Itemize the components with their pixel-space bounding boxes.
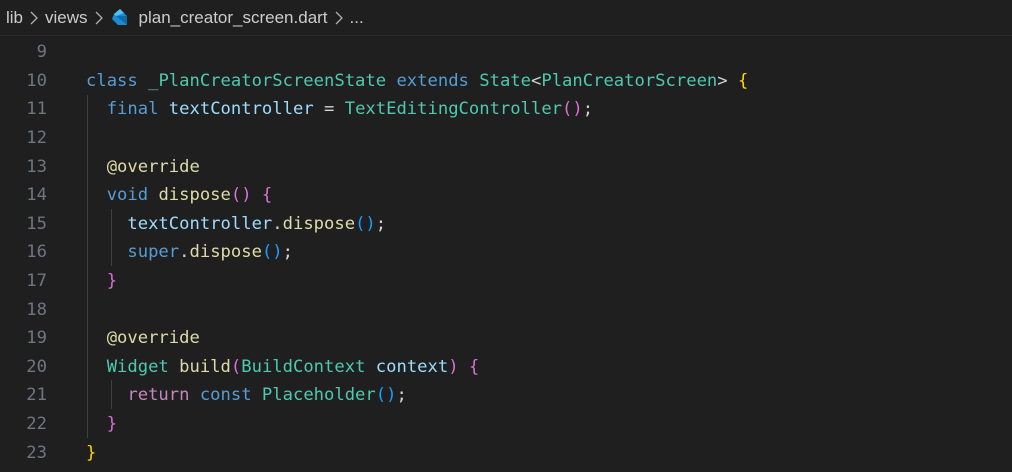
code-token: Placeholder xyxy=(261,385,376,406)
code-line[interactable]: 12 xyxy=(0,124,1012,153)
line-number: 21 xyxy=(26,385,47,406)
code-token: { xyxy=(737,70,749,91)
code-text: class _PlanCreatorScreenState extends St… xyxy=(86,71,748,91)
breadcrumb: lib views plan_creator_screen.dart ... xyxy=(0,0,1012,36)
code-token: ; xyxy=(282,242,293,263)
chevron-right-icon xyxy=(29,11,38,25)
line-number: 9 xyxy=(36,42,47,63)
code-token: () xyxy=(261,242,283,263)
code-token: ( xyxy=(230,356,242,377)
code-text: void dispose() { xyxy=(86,185,273,206)
code-token: textController xyxy=(168,99,314,120)
code-token: extends xyxy=(396,70,480,91)
code-line[interactable]: 11 final textController = TextEditingCon… xyxy=(0,95,1012,124)
breadcrumb-item-file[interactable]: plan_creator_screen.dart xyxy=(139,8,328,28)
code-token: ) xyxy=(448,356,469,377)
code-token: () xyxy=(562,99,583,120)
line-number: 22 xyxy=(26,414,47,435)
code-line[interactable]: 19 @override xyxy=(0,324,1012,353)
code-text: textController.dispose(); xyxy=(86,214,386,234)
code-token: @override xyxy=(86,328,200,349)
code-token: TextEditingController xyxy=(344,99,563,120)
code-token: } xyxy=(86,442,97,463)
code-token: < xyxy=(531,70,542,91)
code-token: void xyxy=(86,185,159,206)
breadcrumb-item-lib[interactable]: lib xyxy=(6,8,23,28)
code-token: dispose xyxy=(282,213,356,234)
code-token: dispose xyxy=(189,242,262,263)
line-number: 13 xyxy=(26,156,47,177)
line-number: 20 xyxy=(26,356,47,377)
code-token: PlanCreatorScreen xyxy=(541,70,718,91)
code-token: { xyxy=(261,185,273,206)
code-token: { xyxy=(468,356,480,377)
code-text: Widget build(BuildContext context) { xyxy=(86,356,480,377)
code-line[interactable]: 18 xyxy=(0,295,1012,324)
code-line[interactable]: 20 Widget build(BuildContext context) { xyxy=(0,353,1012,382)
line-number: 10 xyxy=(26,70,47,91)
code-token: textController xyxy=(86,213,273,234)
code-line[interactable]: 14 void dispose() { xyxy=(0,181,1012,210)
code-token: () xyxy=(375,385,397,406)
code-text: @override xyxy=(86,328,200,348)
code-token: > xyxy=(717,70,738,91)
code-text: } xyxy=(86,414,117,434)
code-token: = xyxy=(313,99,345,120)
code-token: dispose xyxy=(158,185,231,206)
code-token: () xyxy=(230,185,262,206)
code-text: } xyxy=(86,271,117,291)
code-text: return const Placeholder(); xyxy=(86,385,407,406)
code-line[interactable]: 13 @override xyxy=(0,152,1012,181)
code-token: } xyxy=(86,271,118,292)
code-line[interactable]: 21 return const Placeholder(); xyxy=(0,381,1012,410)
code-text: final textController = TextEditingContro… xyxy=(86,99,593,119)
code-token: ; xyxy=(375,213,387,234)
code-token: BuildContext xyxy=(241,356,376,377)
breadcrumb-item-views[interactable]: views xyxy=(45,8,88,28)
code-token: const xyxy=(199,385,262,406)
code-token: final xyxy=(86,99,169,120)
code-token: Widget xyxy=(86,356,180,377)
code-token: ; xyxy=(396,385,407,406)
code-line[interactable]: 16 super.dispose(); xyxy=(0,238,1012,267)
line-number: 14 xyxy=(26,185,47,206)
code-token: ; xyxy=(582,99,594,120)
code-line[interactable]: 15 textController.dispose(); xyxy=(0,210,1012,239)
line-number: 12 xyxy=(26,128,47,149)
code-token: _PlanCreatorScreenState xyxy=(148,70,397,91)
code-text: super.dispose(); xyxy=(86,242,293,262)
code-token: return xyxy=(86,385,200,406)
chevron-right-icon xyxy=(94,11,103,25)
code-line[interactable]: 17 } xyxy=(0,267,1012,296)
code-token: @override xyxy=(86,156,200,177)
dart-icon xyxy=(110,8,130,28)
code-token: State xyxy=(479,70,531,91)
code-text: @override xyxy=(86,157,200,177)
code-token: . xyxy=(272,213,283,234)
code-token: class xyxy=(86,70,149,91)
code-token: } xyxy=(86,414,118,435)
line-number: 18 xyxy=(26,299,47,320)
code-token: super xyxy=(86,242,180,263)
breadcrumb-item-more[interactable]: ... xyxy=(350,8,364,28)
code-token: . xyxy=(179,242,190,263)
line-number: 19 xyxy=(26,328,47,349)
line-number: 11 xyxy=(26,99,47,120)
line-number: 17 xyxy=(26,271,47,292)
code-token: context xyxy=(375,356,449,377)
code-token: () xyxy=(355,213,376,234)
code-line[interactable]: 10 class _PlanCreatorScreenState extends … xyxy=(0,67,1012,96)
code-token: build xyxy=(179,356,231,377)
code-line[interactable]: 23} xyxy=(0,438,1012,467)
code-text: } xyxy=(86,443,96,463)
line-number: 16 xyxy=(26,242,47,263)
code-editor[interactable]: 9 10 class _PlanCreatorScreenState extends… xyxy=(0,37,1012,472)
line-number: 15 xyxy=(26,213,47,234)
chevron-right-icon xyxy=(334,11,343,25)
line-number: 23 xyxy=(26,442,47,463)
code-line[interactable]: 9 xyxy=(0,38,1012,67)
code-line[interactable]: 22 } xyxy=(0,410,1012,439)
